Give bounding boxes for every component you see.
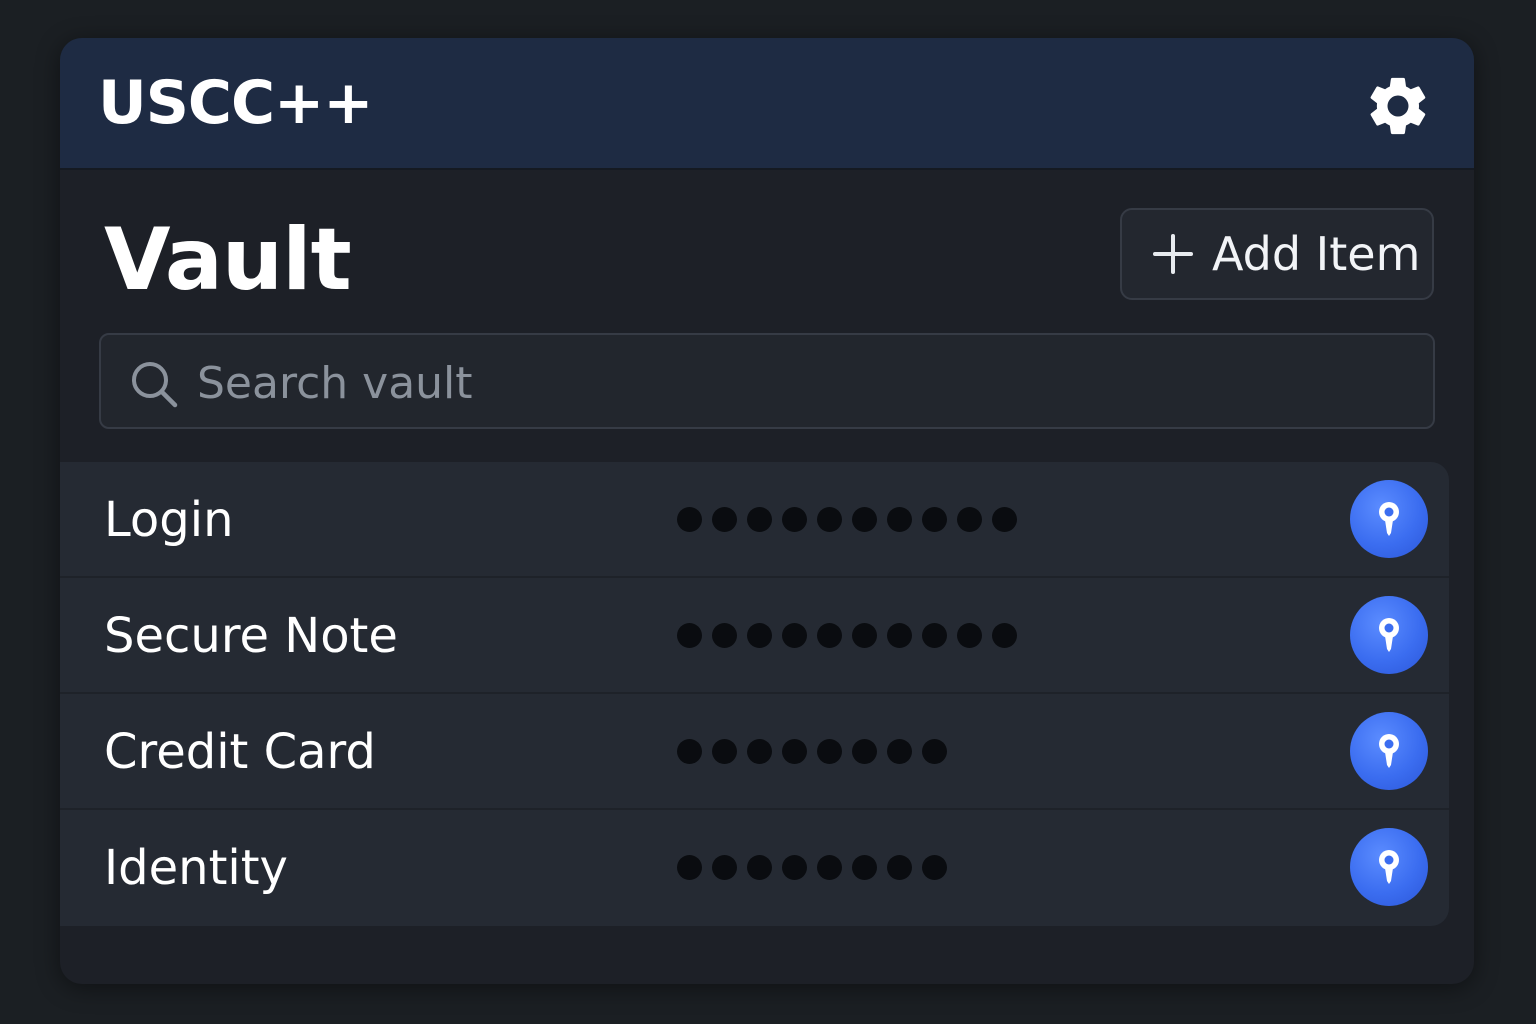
- app-header: USCC++: [60, 38, 1474, 170]
- mask-dot: [887, 506, 912, 532]
- key-icon: [1372, 847, 1406, 887]
- list-item[interactable]: Credit Card: [60, 694, 1449, 810]
- settings-button[interactable]: [1360, 68, 1436, 144]
- reveal-key-button[interactable]: [1350, 480, 1428, 558]
- app-window: USCC++ Vault Add Item Login Secure Note Cr…: [60, 38, 1474, 984]
- mask-dot: [887, 854, 912, 880]
- mask-dot: [782, 738, 807, 764]
- mask-dot: [677, 738, 702, 764]
- reveal-key-button[interactable]: [1350, 828, 1428, 906]
- mask-dot: [677, 854, 702, 880]
- mask-dot: [887, 738, 912, 764]
- search-box: [99, 333, 1435, 429]
- mask-dot: [782, 506, 807, 532]
- item-name: Credit Card: [104, 724, 376, 780]
- mask-dot: [922, 622, 947, 648]
- mask-dot: [712, 506, 737, 532]
- mask-dot: [677, 622, 702, 648]
- add-item-label: Add Item: [1212, 227, 1421, 281]
- reveal-key-button[interactable]: [1350, 712, 1428, 790]
- item-name: Identity: [104, 840, 288, 896]
- mask-dot: [992, 506, 1017, 532]
- mask-dot: [852, 738, 877, 764]
- masked-value: [677, 842, 957, 892]
- masked-value: [677, 610, 1027, 660]
- mask-dot: [782, 622, 807, 648]
- mask-dot: [677, 506, 702, 532]
- mask-dot: [852, 622, 877, 648]
- key-icon: [1372, 615, 1406, 655]
- mask-dot: [712, 622, 737, 648]
- mask-dot: [712, 738, 737, 764]
- mask-dot: [782, 854, 807, 880]
- mask-dot: [852, 854, 877, 880]
- list-item[interactable]: Login: [60, 462, 1449, 578]
- reveal-key-button[interactable]: [1350, 596, 1428, 674]
- mask-dot: [887, 622, 912, 648]
- item-name: Login: [104, 492, 234, 548]
- mask-dot: [747, 854, 772, 880]
- mask-dot: [817, 854, 842, 880]
- mask-dot: [992, 622, 1017, 648]
- search-input[interactable]: [195, 353, 1399, 413]
- page-title: Vault: [104, 210, 352, 310]
- key-icon: [1372, 499, 1406, 539]
- item-name: Secure Note: [104, 608, 398, 664]
- vault-item-list: Login Secure Note Credit Card Identity: [60, 462, 1449, 926]
- mask-dot: [817, 506, 842, 532]
- mask-dot: [922, 738, 947, 764]
- list-item[interactable]: Secure Note: [60, 578, 1449, 694]
- mask-dot: [957, 622, 982, 648]
- mask-dot: [957, 506, 982, 532]
- mask-dot: [747, 622, 772, 648]
- search-icon: [132, 362, 178, 408]
- masked-value: [677, 726, 957, 776]
- masked-value: [677, 494, 1027, 544]
- mask-dot: [747, 506, 772, 532]
- mask-dot: [747, 738, 772, 764]
- app-title: USCC++: [98, 68, 374, 138]
- mask-dot: [817, 622, 842, 648]
- mask-dot: [922, 854, 947, 880]
- plus-icon: [1152, 233, 1194, 275]
- mask-dot: [922, 506, 947, 532]
- add-item-button[interactable]: Add Item: [1120, 208, 1434, 300]
- mask-dot: [852, 506, 877, 532]
- mask-dot: [712, 854, 737, 880]
- key-icon: [1372, 731, 1406, 771]
- list-item[interactable]: Identity: [60, 810, 1449, 926]
- gear-icon: [1370, 77, 1426, 135]
- mask-dot: [817, 738, 842, 764]
